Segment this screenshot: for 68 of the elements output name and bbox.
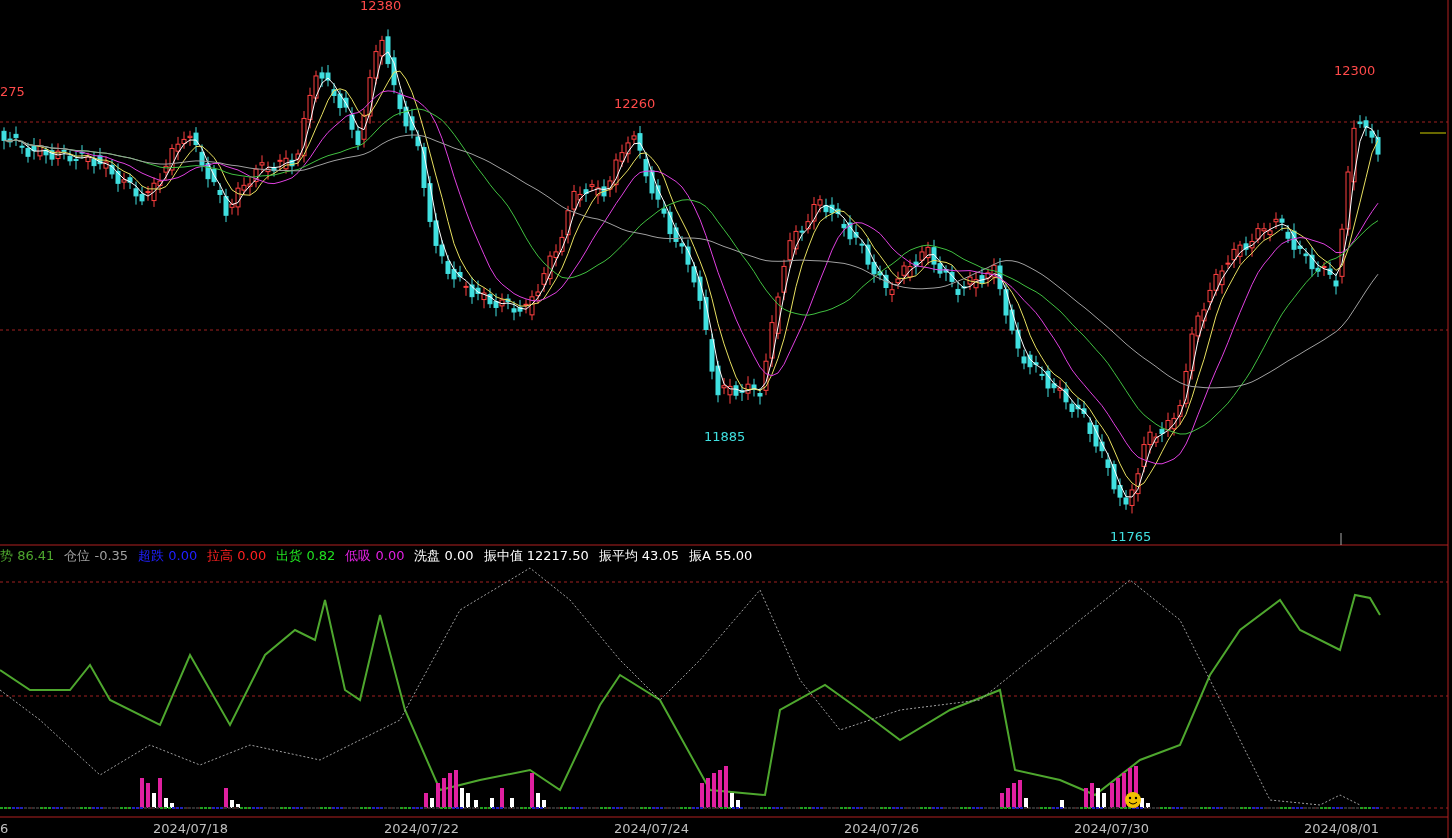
indicator-value: 出货 0.82 (276, 547, 336, 566)
indicator-bar (1122, 773, 1126, 808)
indicator-bar (158, 778, 162, 808)
indicator-bar (152, 793, 156, 808)
indicator-bar (1084, 788, 1088, 808)
indicator-bar (140, 778, 144, 808)
indicator-value: 仓位 -0.35 (64, 547, 129, 566)
indicator-bar (460, 788, 464, 808)
indicator-value: 超跌 0.00 (138, 547, 198, 566)
indicator-bar (1102, 793, 1106, 808)
indicator-bar (724, 766, 728, 808)
indicator-bar (454, 770, 458, 808)
indicator-bar (736, 800, 740, 808)
tick-mark (1340, 532, 1342, 546)
date-axis-label: 2024/07/30 (1074, 821, 1149, 837)
indicator-bar (146, 783, 150, 808)
indicator-bar (500, 788, 504, 808)
indicator-bar (1116, 778, 1120, 808)
indicator-bar (706, 778, 710, 808)
indicator-bar (442, 778, 446, 808)
indicator-value: 洗盘 0.00 (414, 547, 474, 566)
indicator-value: 振A 55.00 (689, 547, 753, 566)
indicator-bar (1110, 783, 1114, 808)
date-axis-label: 2024/07/26 (844, 821, 919, 837)
smiley-icon (1125, 792, 1141, 808)
indicator-bar (230, 800, 234, 808)
date-axis-label: 2024/08/01 (1304, 821, 1379, 837)
price-extreme-label: 11885 (704, 429, 746, 445)
indicator-value: 势 86.41 (0, 547, 55, 566)
indicator-bar (712, 773, 716, 808)
indicator-bar (530, 773, 534, 808)
indicator-bar (542, 800, 546, 808)
indicator-bar (424, 793, 428, 808)
indicator-bar (466, 793, 470, 808)
indicator-bar (1006, 788, 1010, 808)
date-axis-label: 6 (0, 821, 9, 837)
date-axis-label: 2024/07/22 (384, 821, 459, 837)
indicator-value: 拉高 0.00 (207, 547, 267, 566)
indicator-bar (448, 773, 452, 808)
indicator-bar (1024, 798, 1028, 808)
indicator-bar (224, 788, 228, 808)
indicator-bar (1018, 780, 1022, 808)
indicator-value: 振平均 43.05 (598, 547, 680, 566)
indicator-bar (1012, 783, 1016, 808)
indicator-bar (490, 798, 494, 808)
indicator-bar (1090, 783, 1094, 808)
indicator-bar (1096, 788, 1100, 808)
date-axis-label: 2024/07/18 (153, 821, 228, 837)
date-axis-label: 2024/07/24 (614, 821, 689, 837)
indicator-bar (700, 783, 704, 808)
indicator-bar (1060, 800, 1064, 808)
price-marker-line (1419, 132, 1447, 134)
price-extreme-label: 12260 (614, 96, 656, 112)
indicator-bar (730, 793, 734, 808)
price-extreme-label: 11765 (1110, 529, 1152, 545)
indicator-bar (536, 793, 540, 808)
indicator-bar (510, 798, 514, 808)
indicator-bar (430, 798, 434, 808)
indicator-bar (164, 798, 168, 808)
indicator-bar (474, 800, 478, 808)
price-extreme-label: 12300 (1334, 63, 1376, 79)
indicator-value: 振中值 12217.50 (483, 547, 589, 566)
indicator-bar (436, 783, 440, 808)
price-extreme-label: 12380 (360, 0, 402, 14)
indicator-value: 低吸 0.00 (345, 547, 405, 566)
indicator-bar (1000, 793, 1004, 808)
price-extreme-label: 275 (0, 84, 25, 100)
indicator-bar (718, 770, 722, 808)
